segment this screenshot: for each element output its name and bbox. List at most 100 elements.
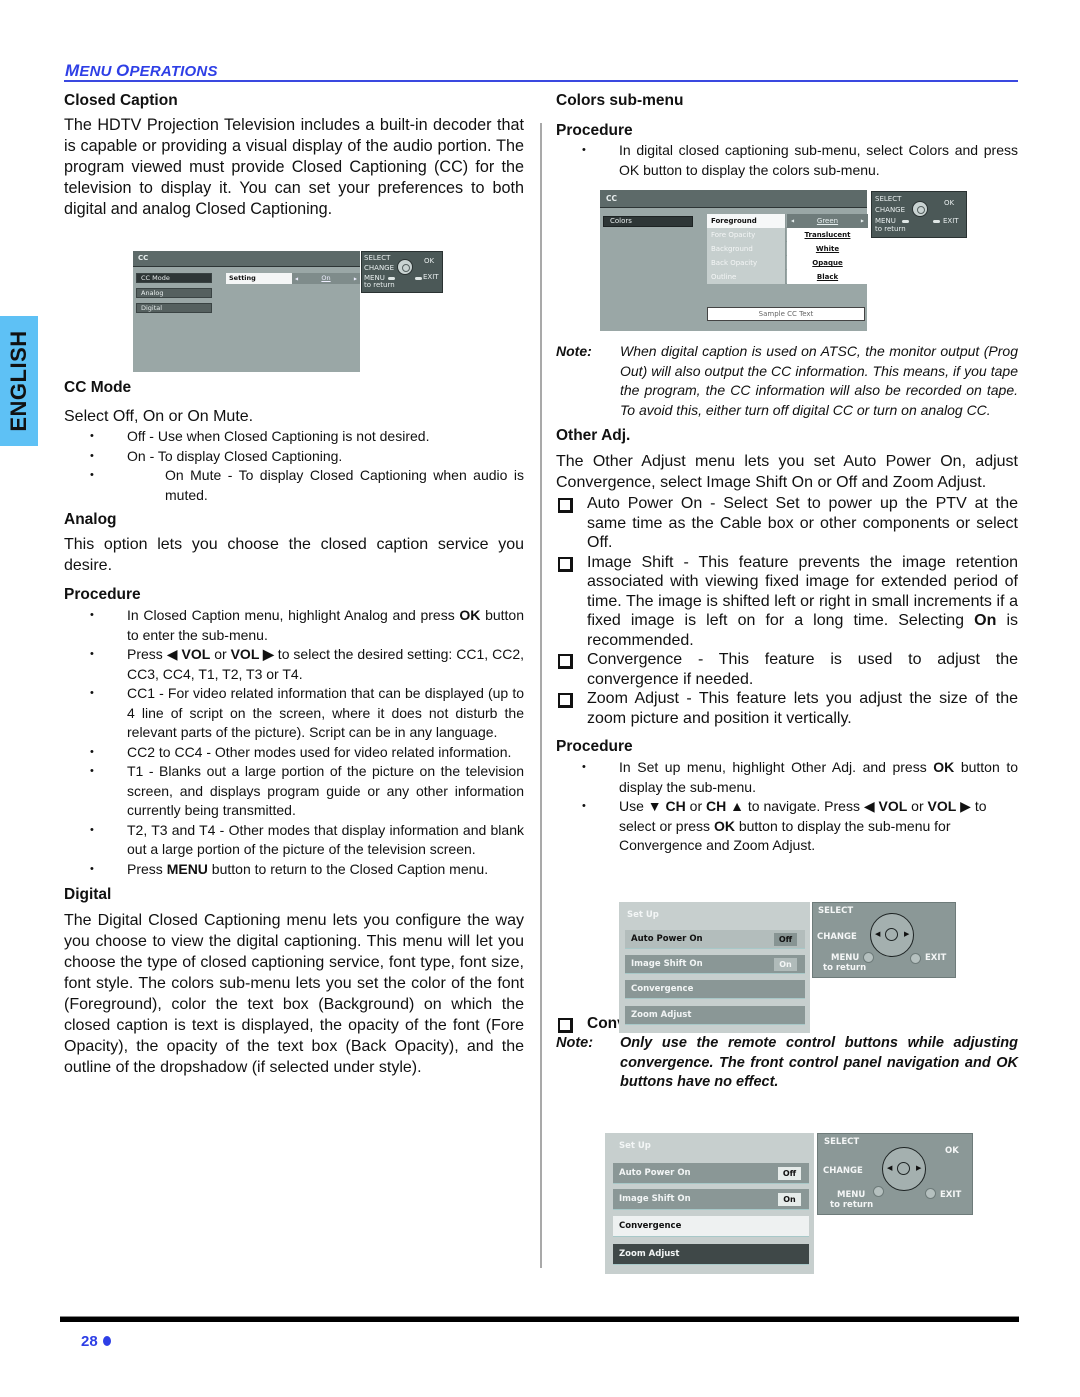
arrow-left-icon: ◀	[295, 276, 299, 281]
colors-row-fore-opacity[interactable]: Fore Opacity Translucent	[707, 228, 868, 242]
list-item: Press MENU button to return to the Close…	[64, 860, 524, 880]
cc-menu-item-analog[interactable]: Analog	[136, 288, 212, 298]
other-adj-heading: Other Adj.	[556, 427, 631, 444]
language-tab: ENGLISH	[0, 316, 38, 446]
digital-heading: Digital	[64, 886, 112, 903]
colors-submenu-heading: Colors sub-menu	[556, 92, 684, 109]
digital-body: The Digital Closed Captioning menu lets …	[64, 912, 524, 1076]
list-item: CC1 - For video related information that…	[64, 684, 524, 743]
auto-power-badge: Off	[778, 1167, 801, 1180]
cc-menu-titlebar: CC	[133, 251, 360, 267]
setup-menu-title: Set Up	[627, 910, 659, 920]
cc-setting-value[interactable]: ◀ On ▶	[292, 273, 360, 284]
footer-rule	[60, 1316, 1019, 1322]
list-item: Use ▼ CH or CH ▲ to navigate. Press ◀ VO…	[556, 797, 1018, 856]
list-item: Press ◀ VOL or VOL ▶ to select the desir…	[64, 645, 524, 684]
menu-button-icon	[388, 277, 395, 280]
colors-row-foreground[interactable]: Foreground ◀ Green ▶	[707, 214, 868, 228]
menu-button-icon	[873, 1186, 884, 1197]
list-item: On - To display Closed Captioning.	[64, 447, 524, 467]
setup-menu-1-screenshot: Set Up Auto Power On Off Image Shift On …	[619, 902, 810, 1033]
exit-button-icon	[415, 277, 422, 280]
bullet-dot-icon	[102, 1336, 111, 1346]
arrow-left-icon: ◀	[791, 218, 795, 223]
exit-button-icon	[910, 953, 921, 964]
remote-legend-setup-2: SELECT CHANGE OK MENU to return EXIT ◀ ▶	[817, 1133, 973, 1215]
remote-dial-icon	[912, 201, 928, 217]
remote-legend-setup-1: SELECT CHANGE MENU to return EXIT ◀ ▶	[812, 902, 956, 978]
list-item: In Set up menu, highlight Other Adj. and…	[556, 758, 1018, 797]
colors-menu-item-colors[interactable]: Colors	[603, 216, 693, 227]
left-column: Closed Caption The HDTV Projection Telev…	[64, 90, 524, 1078]
list-item: Convergence - This feature is used to ad…	[556, 650, 1018, 689]
analog-body: This option lets you choose the closed c…	[64, 536, 524, 574]
image-shift-badge: On	[774, 958, 797, 971]
closed-caption-heading: Closed Caption	[64, 92, 178, 109]
note-convergence: Note: Only use the remote control button…	[556, 1035, 1018, 1090]
list-item: T1 - Blanks out a large portion of the p…	[64, 762, 524, 821]
section-title: MENU OPERATIONS	[65, 61, 218, 80]
setup-menu-2-screenshot: Set Up Auto Power On Off Image Shift On …	[605, 1133, 814, 1274]
colors-menu-screenshot: CC Colors Foreground ◀ Green ▶ Fore Opacit…	[600, 190, 868, 331]
ok-button-icon	[885, 928, 898, 941]
ok-button-icon	[897, 1162, 910, 1175]
colors-table: Foreground ◀ Green ▶ Fore Opacity Transluc…	[707, 214, 868, 284]
colors-menu-titlebar: CC	[600, 190, 867, 208]
setup-item-auto-power-on[interactable]: Auto Power On Off	[613, 1163, 809, 1184]
list-item: In digital closed captioning sub-menu, s…	[556, 141, 1018, 180]
image-shift-badge: On	[778, 1193, 801, 1206]
exit-button-icon	[933, 220, 940, 223]
arrow-right-icon: ▶	[353, 276, 357, 281]
setup-item-convergence[interactable]: Convergence	[613, 1216, 809, 1237]
cc-menu-item-cc-mode[interactable]: CC Mode	[136, 273, 212, 283]
list-item: On Mute - To display Closed Captioning w…	[64, 466, 524, 505]
other-adj-list: Auto Power On - Select Set to power up t…	[556, 494, 1018, 728]
auto-power-badge: Off	[774, 933, 797, 946]
remote-dpad-icon: ◀ ▶	[882, 1147, 926, 1191]
menu-button-icon	[863, 952, 874, 963]
note-atsc: Note: When digital caption is used on AT…	[556, 343, 1018, 418]
page-number: 28	[81, 1333, 111, 1350]
setup-item-convergence[interactable]: Convergence	[625, 980, 805, 999]
colors-row-outline[interactable]: Outline Black	[707, 270, 868, 284]
setup-item-zoom-adjust[interactable]: Zoom Adjust	[613, 1244, 809, 1265]
remote-legend-colors: SELECT CHANGE MENU to return OK EXIT	[871, 191, 967, 238]
setup-item-zoom-adjust[interactable]: Zoom Adjust	[625, 1006, 805, 1025]
other-adj-body: The Other Adjust menu lets you set Auto …	[556, 453, 1018, 491]
cc-setting-label: Setting	[226, 273, 292, 284]
colors-procedure-list: In digital closed captioning sub-menu, s…	[556, 141, 1018, 180]
column-divider	[540, 123, 542, 1268]
list-item: Zoom Adjust - This feature lets you adju…	[556, 689, 1018, 728]
cc-mode-intro: Select Off, On or On Mute.	[64, 408, 254, 425]
procedure-list: In Closed Caption menu, highlight Analog…	[64, 606, 524, 879]
list-item: Off - Use when Closed Captioning is not …	[64, 427, 524, 447]
list-item: Auto Power On - Select Set to power up t…	[556, 494, 1018, 553]
cc-menu-item-digital[interactable]: Digital	[136, 303, 212, 313]
setup-item-image-shift[interactable]: Image Shift On On	[613, 1189, 809, 1210]
procedure-heading: Procedure	[64, 586, 141, 603]
remote-dpad-icon: ◀ ▶	[870, 913, 914, 957]
exit-button-icon	[925, 1188, 936, 1199]
colors-procedure-heading: Procedure	[556, 122, 633, 139]
setup-menu-title: Set Up	[619, 1141, 651, 1151]
cc-setting-row[interactable]: Setting ◀ On ▶	[226, 273, 360, 284]
analog-heading: Analog	[64, 511, 117, 528]
cc-mode-heading: CC Mode	[64, 379, 132, 396]
sample-cc-text: Sample CC Text	[707, 307, 865, 321]
remote-legend-cc: SELECT CHANGE MENU to return OK EXIT	[361, 251, 443, 293]
setup-item-image-shift[interactable]: Image Shift On On	[625, 955, 805, 974]
colors-row-background[interactable]: Background White	[707, 242, 868, 256]
setup-item-auto-power-on[interactable]: Auto Power On Off	[625, 930, 805, 949]
list-item: In Closed Caption menu, highlight Analog…	[64, 606, 524, 645]
language-tab-label: ENGLISH	[6, 330, 31, 432]
list-item: Image Shift - This feature prevents the …	[556, 553, 1018, 651]
cc-mode-list: Off - Use when Closed Captioning is not …	[64, 427, 524, 505]
list-item: CC2 to CC4 - Other modes used for video …	[64, 743, 524, 763]
remote-dial-icon	[397, 259, 413, 275]
list-item: T2, T3 and T4 - Other modes that display…	[64, 821, 524, 860]
procedure2-list: In Set up menu, highlight Other Adj. and…	[556, 758, 1018, 856]
section-header: MENU OPERATIONS	[64, 60, 1018, 82]
closed-caption-body: The HDTV Projection Television includes …	[64, 116, 524, 218]
arrow-right-icon: ▶	[860, 218, 864, 223]
colors-row-back-opacity[interactable]: Back Opacity Opaque	[707, 256, 868, 270]
